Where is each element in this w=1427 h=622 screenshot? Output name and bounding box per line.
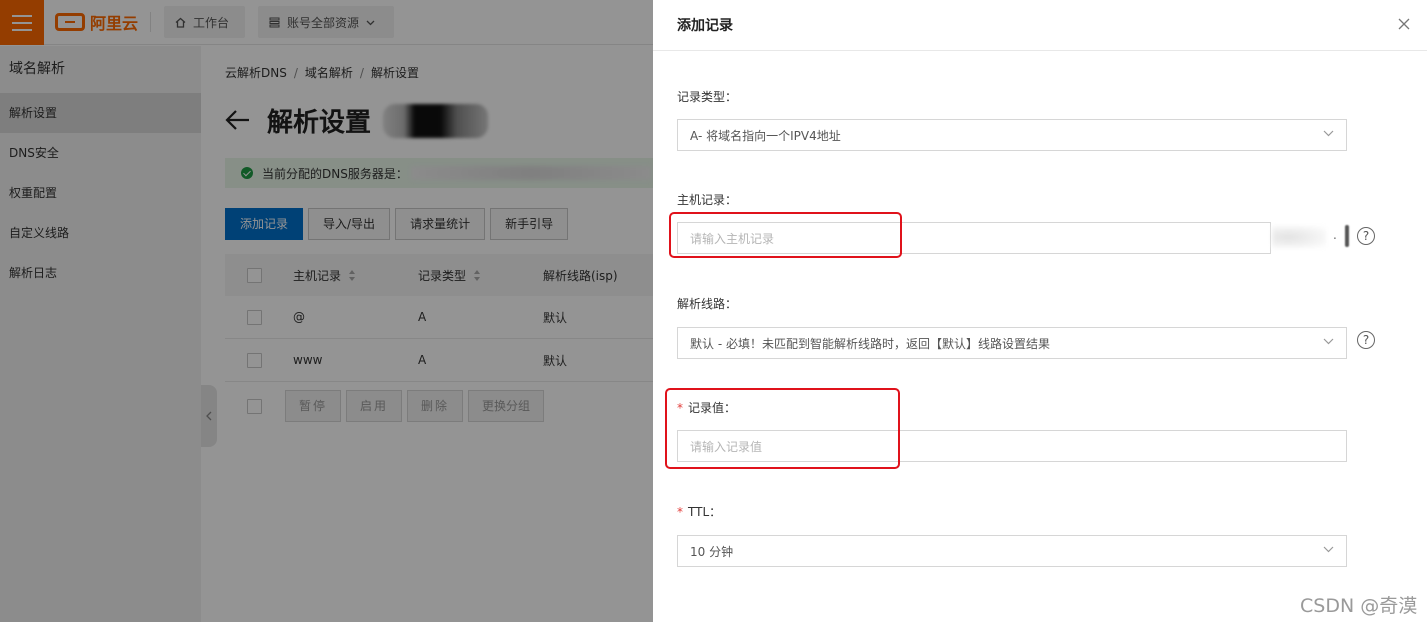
- modal-overlay[interactable]: [0, 0, 653, 622]
- record-value-input[interactable]: 请输入记录值: [677, 430, 1347, 462]
- record-value-placeholder: 请输入记录值: [690, 439, 763, 454]
- help-icon[interactable]: ?: [1357, 227, 1375, 245]
- host-record-placeholder: 请输入主机记录: [690, 231, 775, 246]
- ttl-label-wrap: * TTL：: [677, 503, 721, 520]
- record-type-select[interactable]: A- 将域名指向一个IPV4地址: [677, 119, 1347, 151]
- record-value-label-wrap: * 记录值：: [677, 399, 736, 416]
- required-mark: *: [677, 505, 683, 519]
- required-mark: *: [677, 401, 683, 415]
- domain-suffix-dot: .: [1333, 228, 1337, 242]
- dns-line-label: 解析线路：: [677, 297, 738, 311]
- chevron-down-icon: [1323, 130, 1334, 137]
- ttl-label: TTL：: [688, 505, 722, 519]
- ttl-value: 10 分钟: [690, 544, 734, 559]
- ttl-select[interactable]: 10 分钟: [677, 535, 1347, 567]
- drawer-title: 添加记录: [677, 18, 733, 34]
- dns-line-select[interactable]: 默认 - 必填！未匹配到智能解析线路时，返回【默认】线路设置结果: [677, 327, 1347, 359]
- chevron-down-icon: [1323, 338, 1334, 345]
- record-type-label: 记录类型：: [677, 90, 738, 104]
- drawer-header: 添加记录: [653, 0, 1427, 51]
- dns-line-value: 默认 - 必填！未匹配到智能解析线路时，返回【默认】线路设置结果: [690, 336, 1050, 351]
- chevron-down-icon: [1323, 546, 1334, 553]
- add-record-drawer: 添加记录 记录类型： A- 将域名指向一个IPV4地址 主机记录： 请输入主机记…: [653, 0, 1427, 622]
- help-icon[interactable]: ?: [1357, 331, 1375, 349]
- host-record-label: 主机记录：: [677, 193, 738, 207]
- redacted-domain-suffix: [1272, 226, 1326, 248]
- redacted-mark: [1345, 225, 1349, 247]
- record-value-label: 记录值：: [688, 401, 737, 415]
- record-type-value: A- 将域名指向一个IPV4地址: [690, 128, 841, 143]
- csdn-watermark: CSDN @奇漠: [1300, 595, 1418, 617]
- host-record-input[interactable]: 请输入主机记录: [677, 222, 1271, 254]
- close-icon[interactable]: [1397, 17, 1411, 31]
